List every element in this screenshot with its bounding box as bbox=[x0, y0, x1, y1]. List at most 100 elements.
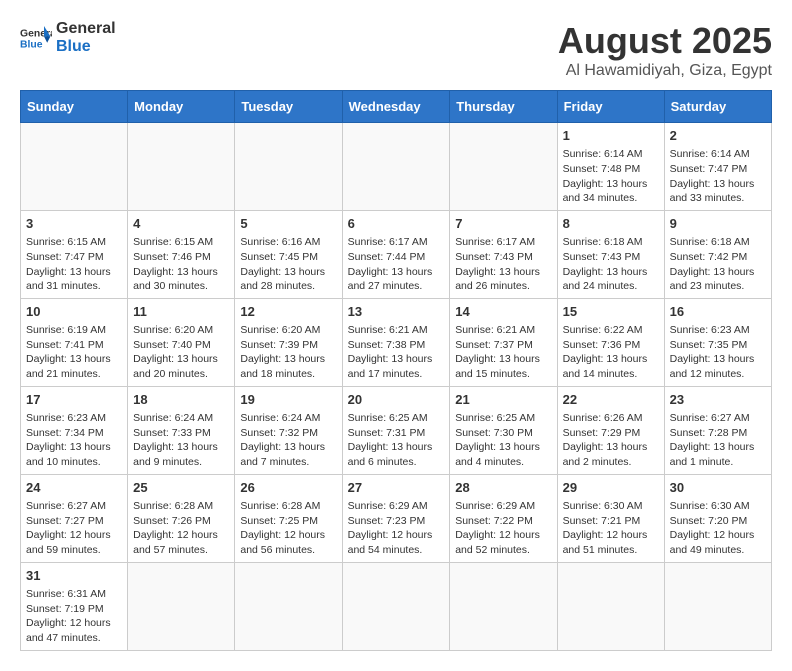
day-info: Sunrise: 6:18 AM Sunset: 7:42 PM Dayligh… bbox=[670, 236, 755, 292]
cell-3-0: 17 Sunrise: 6:23 AM Sunset: 7:34 PM Dayli… bbox=[21, 386, 128, 474]
day-number: 16 bbox=[670, 303, 766, 321]
day-info: Sunrise: 6:15 AM Sunset: 7:47 PM Dayligh… bbox=[26, 236, 111, 292]
day-number: 8 bbox=[563, 215, 659, 233]
day-info: Sunrise: 6:21 AM Sunset: 7:38 PM Dayligh… bbox=[348, 324, 433, 380]
day-info: Sunrise: 6:27 AM Sunset: 7:27 PM Dayligh… bbox=[26, 500, 111, 556]
day-number: 2 bbox=[670, 127, 766, 145]
header-friday: Friday bbox=[557, 91, 664, 123]
cell-5-4 bbox=[450, 562, 557, 650]
cell-4-0: 24Sunrise: 6:27 AM Sunset: 7:27 PM Dayli… bbox=[21, 474, 128, 562]
day-number: 22 bbox=[563, 391, 659, 409]
day-number: 21 bbox=[455, 391, 551, 409]
day-info: Sunrise: 6:23 AM Sunset: 7:34 PM Dayligh… bbox=[26, 412, 111, 468]
day-info: Sunrise: 6:21 AM Sunset: 7:37 PM Dayligh… bbox=[455, 324, 540, 380]
day-info: Sunrise: 6:16 AM Sunset: 7:45 PM Dayligh… bbox=[240, 236, 325, 292]
header-monday: Monday bbox=[128, 91, 235, 123]
day-number: 9 bbox=[670, 215, 766, 233]
day-number: 5 bbox=[240, 215, 336, 233]
cell-5-0: 31 Sunrise: 6:31 AM Sunset: 7:19 PM Dayli… bbox=[21, 562, 128, 650]
day-number: 12 bbox=[240, 303, 336, 321]
cell-3-6: 23 Sunrise: 6:27 AM Sunset: 7:28 PM Dayli… bbox=[664, 386, 771, 474]
calendar-subtitle: Al Hawamidiyah, Giza, Egypt bbox=[558, 62, 772, 80]
header-saturday: Saturday bbox=[664, 91, 771, 123]
day-number: 17 bbox=[26, 391, 122, 409]
calendar-title: August 2025 bbox=[558, 20, 772, 62]
header-wednesday: Wednesday bbox=[342, 91, 450, 123]
cell-0-2 bbox=[235, 123, 342, 211]
week-row-0: 1 Sunrise: 6:14 AM Sunset: 7:48 PM Daylig… bbox=[21, 123, 772, 211]
cell-5-3 bbox=[342, 562, 450, 650]
day-number: 25 bbox=[133, 479, 229, 497]
cell-0-3 bbox=[342, 123, 450, 211]
day-info: Sunrise: 6:25 AM Sunset: 7:31 PM Dayligh… bbox=[348, 412, 433, 468]
day-info: Sunrise: 6:24 AM Sunset: 7:33 PM Dayligh… bbox=[133, 412, 218, 468]
day-number: 10 bbox=[26, 303, 122, 321]
day-number: 3 bbox=[26, 215, 122, 233]
day-info: Sunrise: 6:19 AM Sunset: 7:41 PM Dayligh… bbox=[26, 324, 111, 380]
svg-text:Blue: Blue bbox=[20, 39, 43, 50]
day-info: Sunrise: 6:26 AM Sunset: 7:29 PM Dayligh… bbox=[563, 412, 648, 468]
day-info: Sunrise: 6:29 AM Sunset: 7:23 PM Dayligh… bbox=[348, 500, 433, 556]
cell-2-3: 13Sunrise: 6:21 AM Sunset: 7:38 PM Dayli… bbox=[342, 298, 450, 386]
day-number: 29 bbox=[563, 479, 659, 497]
calendar-header-row: SundayMondayTuesdayWednesdayThursdayFrid… bbox=[21, 91, 772, 123]
day-number: 20 bbox=[348, 391, 445, 409]
day-number: 1 bbox=[563, 127, 659, 145]
header-tuesday: Tuesday bbox=[235, 91, 342, 123]
cell-1-3: 6Sunrise: 6:17 AM Sunset: 7:44 PM Daylig… bbox=[342, 210, 450, 298]
day-number: 19 bbox=[240, 391, 336, 409]
day-info: Sunrise: 6:30 AM Sunset: 7:21 PM Dayligh… bbox=[563, 500, 648, 556]
cell-2-2: 12 Sunrise: 6:20 AM Sunset: 7:39 PM Dayli… bbox=[235, 298, 342, 386]
day-info: Sunrise: 6:15 AM Sunset: 7:46 PM Dayligh… bbox=[133, 236, 218, 292]
day-info: Sunrise: 6:29 AM Sunset: 7:22 PM Dayligh… bbox=[455, 500, 540, 556]
cell-2-6: 16Sunrise: 6:23 AM Sunset: 7:35 PM Dayli… bbox=[664, 298, 771, 386]
day-info: Sunrise: 6:18 AM Sunset: 7:43 PM Dayligh… bbox=[563, 236, 648, 292]
cell-5-1 bbox=[128, 562, 235, 650]
header-thursday: Thursday bbox=[450, 91, 557, 123]
week-row-5: 31 Sunrise: 6:31 AM Sunset: 7:19 PM Dayli… bbox=[21, 562, 772, 650]
day-info: Sunrise: 6:24 AM Sunset: 7:32 PM Dayligh… bbox=[240, 412, 325, 468]
day-info: Sunrise: 6:30 AM Sunset: 7:20 PM Dayligh… bbox=[670, 500, 755, 556]
logo: General Blue General Blue bbox=[20, 20, 116, 55]
day-info: Sunrise: 6:17 AM Sunset: 7:43 PM Dayligh… bbox=[455, 236, 540, 292]
day-info: Sunrise: 6:25 AM Sunset: 7:30 PM Dayligh… bbox=[455, 412, 540, 468]
header-sunday: Sunday bbox=[21, 91, 128, 123]
cell-1-2: 5 Sunrise: 6:16 AM Sunset: 7:45 PM Daylig… bbox=[235, 210, 342, 298]
cell-4-2: 26Sunrise: 6:28 AM Sunset: 7:25 PM Dayli… bbox=[235, 474, 342, 562]
day-info: Sunrise: 6:14 AM Sunset: 7:48 PM Dayligh… bbox=[563, 148, 648, 204]
day-number: 18 bbox=[133, 391, 229, 409]
day-info: Sunrise: 6:31 AM Sunset: 7:19 PM Dayligh… bbox=[26, 588, 111, 644]
week-row-1: 3 Sunrise: 6:15 AM Sunset: 7:47 PM Daylig… bbox=[21, 210, 772, 298]
cell-4-5: 29 Sunrise: 6:30 AM Sunset: 7:21 PM Dayli… bbox=[557, 474, 664, 562]
day-number: 28 bbox=[455, 479, 551, 497]
day-number: 15 bbox=[563, 303, 659, 321]
cell-4-1: 25 Sunrise: 6:28 AM Sunset: 7:26 PM Dayli… bbox=[128, 474, 235, 562]
cell-4-6: 30Sunrise: 6:30 AM Sunset: 7:20 PM Dayli… bbox=[664, 474, 771, 562]
cell-1-1: 4Sunrise: 6:15 AM Sunset: 7:46 PM Daylig… bbox=[128, 210, 235, 298]
cell-3-1: 18 Sunrise: 6:24 AM Sunset: 7:33 PM Dayli… bbox=[128, 386, 235, 474]
day-number: 26 bbox=[240, 479, 336, 497]
day-number: 31 bbox=[26, 567, 122, 585]
cell-2-1: 11Sunrise: 6:20 AM Sunset: 7:40 PM Dayli… bbox=[128, 298, 235, 386]
week-row-2: 10 Sunrise: 6:19 AM Sunset: 7:41 PM Dayli… bbox=[21, 298, 772, 386]
cell-0-1 bbox=[128, 123, 235, 211]
cell-4-3: 27Sunrise: 6:29 AM Sunset: 7:23 PM Dayli… bbox=[342, 474, 450, 562]
day-info: Sunrise: 6:20 AM Sunset: 7:39 PM Dayligh… bbox=[240, 324, 325, 380]
cell-5-6 bbox=[664, 562, 771, 650]
cell-1-0: 3 Sunrise: 6:15 AM Sunset: 7:47 PM Daylig… bbox=[21, 210, 128, 298]
logo-line2: Blue bbox=[56, 38, 116, 56]
cell-3-4: 21 Sunrise: 6:25 AM Sunset: 7:30 PM Dayli… bbox=[450, 386, 557, 474]
logo-icon: General Blue bbox=[20, 22, 52, 54]
week-row-4: 24Sunrise: 6:27 AM Sunset: 7:27 PM Dayli… bbox=[21, 474, 772, 562]
cell-0-6: 2Sunrise: 6:14 AM Sunset: 7:47 PM Daylig… bbox=[664, 123, 771, 211]
cell-5-2 bbox=[235, 562, 342, 650]
day-info: Sunrise: 6:20 AM Sunset: 7:40 PM Dayligh… bbox=[133, 324, 218, 380]
day-number: 23 bbox=[670, 391, 766, 409]
day-info: Sunrise: 6:27 AM Sunset: 7:28 PM Dayligh… bbox=[670, 412, 755, 468]
cell-1-6: 9 Sunrise: 6:18 AM Sunset: 7:42 PM Daylig… bbox=[664, 210, 771, 298]
cell-0-5: 1 Sunrise: 6:14 AM Sunset: 7:48 PM Daylig… bbox=[557, 123, 664, 211]
logo-line1: General bbox=[56, 20, 116, 38]
cell-2-5: 15Sunrise: 6:22 AM Sunset: 7:36 PM Dayli… bbox=[557, 298, 664, 386]
day-info: Sunrise: 6:28 AM Sunset: 7:26 PM Dayligh… bbox=[133, 500, 218, 556]
cell-1-4: 7Sunrise: 6:17 AM Sunset: 7:43 PM Daylig… bbox=[450, 210, 557, 298]
